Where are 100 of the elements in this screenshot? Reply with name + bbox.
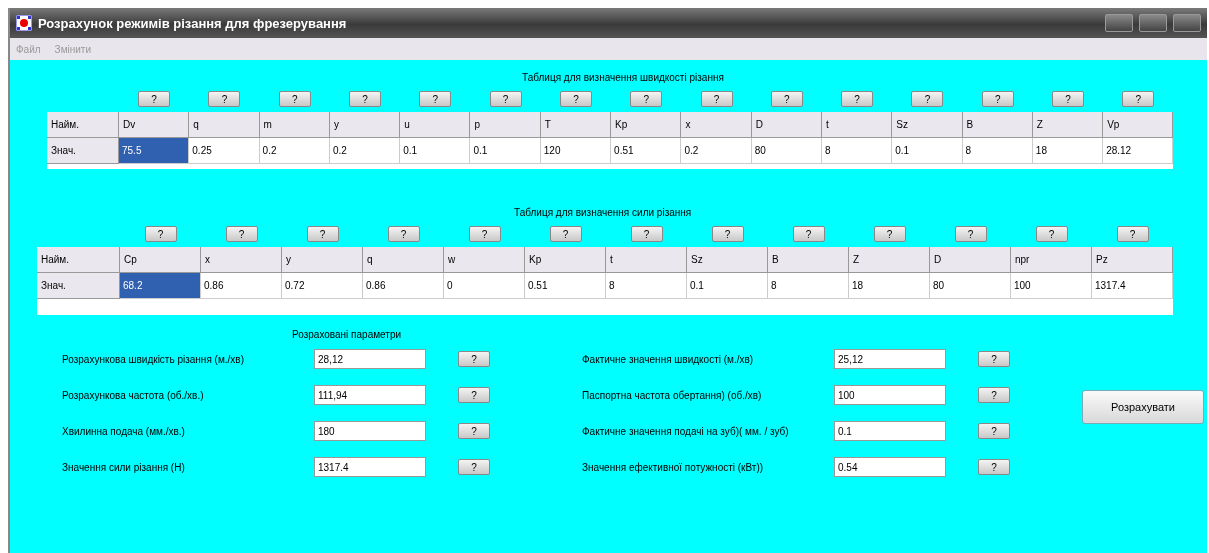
field-label: Фактичне значення подачі на зуб)( мм. / зуб)	[582, 425, 790, 437]
input-field[interactable]: 0.54	[834, 457, 946, 477]
column-header: D	[930, 247, 1011, 273]
minimize-button[interactable]	[1105, 14, 1133, 32]
column-header: T	[540, 112, 612, 138]
help-button[interactable]: ?	[873, 226, 906, 242]
field-label: Фактичне значення швидкості (м./хв)	[582, 353, 755, 365]
column-header: Sz	[687, 247, 768, 273]
table-cell[interactable]: 0.1	[400, 138, 471, 164]
column-header: x	[681, 112, 752, 138]
field-label: Розрахункова швидкість різання (м./хв)	[62, 353, 245, 365]
help-button[interactable]: ?	[981, 91, 1014, 107]
help-button[interactable]: ?	[630, 226, 663, 242]
help-button[interactable]: ?	[1116, 226, 1149, 242]
table-cell[interactable]: 68.2	[120, 273, 201, 299]
table-cell[interactable]: 0.2	[329, 138, 401, 164]
help-button[interactable]: ?	[978, 423, 1010, 439]
input-field[interactable]: 28,12	[314, 349, 426, 369]
input-field[interactable]: 100	[834, 385, 946, 405]
help-button[interactable]: ?	[306, 226, 339, 242]
help-button[interactable]: ?	[1122, 91, 1155, 107]
table-cell[interactable]: 18	[1032, 138, 1104, 164]
table-caption: Таблиця для визначення сили різання	[514, 207, 692, 218]
column-header: Pz	[1092, 247, 1173, 273]
table-cell[interactable]: 8	[768, 273, 849, 299]
help-button[interactable]: ?	[458, 387, 490, 403]
help-button[interactable]: ?	[144, 226, 177, 242]
input-field[interactable]: 0.1	[834, 421, 946, 441]
table-cell[interactable]: 0.1	[470, 138, 541, 164]
table-cell[interactable]: 0.86	[363, 273, 444, 299]
table-cell[interactable]: 75.5	[119, 138, 190, 164]
help-button[interactable]: ?	[711, 226, 744, 242]
table-cell[interactable]: 0.86	[201, 273, 282, 299]
table-cell[interactable]: 8	[606, 273, 687, 299]
help-button[interactable]: ?	[770, 91, 803, 107]
table-cell[interactable]: 18	[849, 273, 930, 299]
table-cell[interactable]: 0.2	[681, 138, 752, 164]
table-caption: Таблиця для визначення швидкості різання	[522, 72, 724, 83]
input-field[interactable]: 180	[314, 421, 426, 441]
help-button[interactable]: ?	[419, 91, 452, 107]
table-cell[interactable]: 0	[444, 273, 525, 299]
help-button[interactable]: ?	[458, 423, 490, 439]
help-button[interactable]: ?	[1052, 91, 1084, 107]
table-cell[interactable]: 8	[821, 138, 893, 164]
table-cell[interactable]: 120	[540, 138, 612, 164]
help-button[interactable]: ?	[349, 91, 382, 107]
help-button[interactable]: ?	[225, 226, 258, 242]
help-button[interactable]: ?	[1035, 226, 1068, 242]
table-cell[interactable]: 0.51	[611, 138, 682, 164]
help-button[interactable]: ?	[489, 91, 522, 107]
help-button[interactable]: ?	[549, 226, 582, 242]
column-header: y	[329, 112, 401, 138]
column-header: npr	[1011, 247, 1092, 273]
column-header: u	[400, 112, 471, 138]
table-cell[interactable]: 0.25	[189, 138, 260, 164]
help-button[interactable]: ?	[387, 226, 420, 242]
table-cell[interactable]: 0.1	[892, 138, 963, 164]
help-button[interactable]: ?	[138, 91, 171, 107]
table-cell[interactable]: 28.12	[1103, 138, 1174, 164]
help-button[interactable]: ?	[911, 91, 944, 107]
column-header: Z	[849, 247, 930, 273]
column-header: D	[751, 112, 822, 138]
field-label: Значення сили різання (Н)	[62, 461, 186, 473]
help-button[interactable]: ?	[978, 459, 1010, 475]
help-button[interactable]: ?	[458, 459, 490, 475]
window-title: Розрахунок режимів різання для фрезерування	[38, 15, 348, 31]
help-button[interactable]: ?	[978, 387, 1010, 403]
input-field[interactable]: 111,94	[314, 385, 426, 405]
table-cell[interactable]: 0.2	[259, 138, 330, 164]
input-field[interactable]: 1317.4	[314, 457, 426, 477]
help-button[interactable]: ?	[468, 226, 501, 242]
help-button[interactable]: ?	[841, 91, 874, 107]
row-header: Знач.	[47, 138, 119, 164]
table-cell[interactable]: 0.51	[525, 273, 606, 299]
help-button[interactable]: ?	[278, 91, 311, 107]
table-cell[interactable]: 1317.4	[1092, 273, 1173, 299]
table-cell[interactable]: 8	[962, 138, 1033, 164]
column-header: Cp	[120, 247, 201, 273]
help-button[interactable]: ?	[208, 91, 241, 107]
close-button[interactable]	[1173, 14, 1201, 32]
maximize-button[interactable]	[1139, 14, 1167, 32]
calculate-button[interactable]: Розрахувати	[1082, 390, 1204, 424]
help-button[interactable]: ?	[792, 226, 825, 242]
table-cell[interactable]: 80	[751, 138, 822, 164]
help-button[interactable]: ?	[978, 351, 1010, 367]
table-cell[interactable]: 0.72	[282, 273, 363, 299]
table-cell[interactable]: 80	[930, 273, 1011, 299]
help-button[interactable]: ?	[700, 91, 733, 107]
help-button[interactable]: ?	[458, 351, 490, 367]
help-button[interactable]: ?	[954, 226, 987, 242]
column-header: q	[189, 112, 260, 138]
column-header: Vp	[1103, 112, 1174, 138]
help-button[interactable]: ?	[630, 91, 663, 107]
help-button[interactable]: ?	[559, 91, 592, 107]
app-icon	[16, 15, 32, 31]
input-field[interactable]: 25,12	[834, 349, 946, 369]
column-header: B	[962, 112, 1033, 138]
table-cell[interactable]: 100	[1011, 273, 1092, 299]
table-cell[interactable]: 0.1	[687, 273, 768, 299]
row-header: Знач.	[37, 273, 120, 299]
